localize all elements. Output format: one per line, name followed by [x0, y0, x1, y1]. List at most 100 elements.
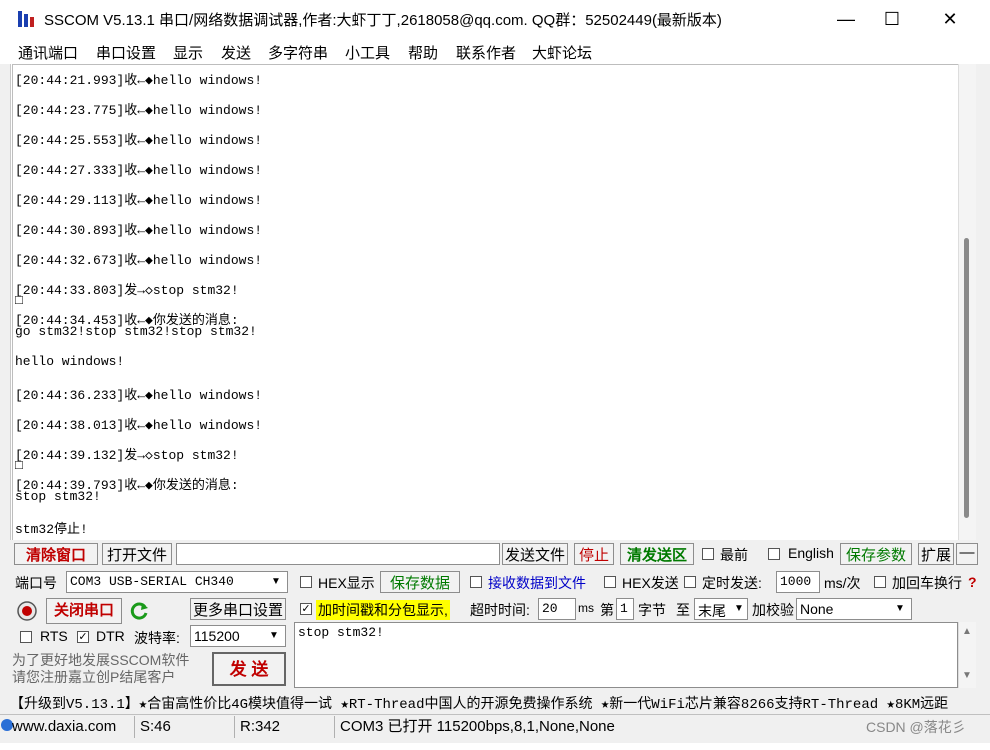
log-line: [20:44:30.893]收←◆hello windows! [15, 223, 263, 238]
byte-label-2: 字节 [638, 602, 666, 618]
sent-count: S:46 [140, 718, 171, 735]
chevron-down-icon: ▼ [269, 630, 279, 641]
menu-send[interactable]: 发送 [221, 42, 251, 63]
chevron-down-icon: ▼ [895, 603, 905, 614]
add-crlf-checkbox[interactable] [874, 576, 886, 588]
left-edge-strip [0, 64, 11, 544]
save-data-button[interactable]: 保存数据 [380, 571, 460, 593]
to-label: 至 [676, 602, 690, 618]
english-label: English [788, 545, 834, 561]
close-port-button[interactable]: 关闭串口 [46, 598, 122, 624]
send-input[interactable]: stop stm32! [294, 622, 958, 688]
timed-send-label: 定时发送: [702, 575, 762, 591]
log-line: stm32停止! [15, 522, 88, 537]
status-separator [134, 716, 135, 738]
open-file-button[interactable]: 打开文件 [102, 543, 172, 565]
right-edge-strip [976, 64, 990, 544]
timeout-unit: ms [578, 601, 594, 615]
log-line: □ [15, 458, 23, 473]
maximize-button[interactable]: ☐ [864, 0, 920, 38]
more-settings-button[interactable]: 更多串口设置 [190, 598, 286, 620]
log-line: go stm32!stop stm32!stop stm32! [15, 324, 257, 339]
port-select[interactable]: COM3 USB-SERIAL CH340 [66, 571, 288, 593]
timestamp-label: 加时间戳和分包显示, [316, 600, 450, 620]
send-file-button[interactable]: 发送文件 [502, 543, 568, 565]
timeout-input[interactable]: 20 [538, 598, 576, 620]
log-line: [20:44:36.233]收←◆hello windows! [15, 388, 263, 403]
hex-send-checkbox[interactable] [604, 576, 616, 588]
dtr-label: DTR [96, 628, 125, 644]
help-icon[interactable]: ? [968, 574, 977, 590]
log-line: [20:44:32.673]收←◆hello windows! [15, 253, 263, 268]
send-button[interactable]: 发 送 [212, 652, 286, 686]
log-line: [20:44:29.113]收←◆hello windows! [15, 193, 263, 208]
topmost-checkbox[interactable] [702, 548, 714, 560]
log-line: □ [15, 293, 23, 308]
log-line: [20:44:27.333]收←◆hello windows! [15, 163, 263, 178]
hex-display-label: HEX显示 [318, 575, 375, 591]
receive-log[interactable]: [20:44:21.993]收←◆hello windows! [20:44:2… [12, 64, 959, 542]
chevron-down-icon: ▼ [271, 576, 281, 587]
checksum-label: 加校验 [752, 602, 794, 618]
menu-help[interactable]: 帮助 [408, 42, 438, 63]
scroll-up-icon[interactable]: ▲ [962, 626, 972, 637]
log-line: [20:44:21.993]收←◆hello windows! [15, 73, 263, 88]
collapse-button[interactable]: — [956, 543, 978, 565]
log-line: [20:44:39.132]发→◇stop stm32! [15, 448, 239, 463]
topmost-label: 最前 [720, 547, 748, 563]
recv-to-file-checkbox[interactable] [470, 576, 482, 588]
log-line: hello windows! [15, 354, 125, 369]
save-params-button[interactable]: 保存参数 [840, 543, 912, 565]
log-scrollbar-thumb[interactable] [964, 238, 969, 518]
log-line: stop stm32! [15, 489, 101, 504]
log-line: [20:44:23.775]收←◆hello windows! [15, 103, 263, 118]
received-count: R:342 [240, 718, 281, 735]
menu-serial-settings[interactable]: 串口设置 [96, 42, 156, 63]
hex-display-checkbox[interactable] [300, 576, 312, 588]
hex-send-label: HEX发送 [622, 575, 679, 591]
chevron-down-icon: ▼ [734, 603, 744, 614]
menu-multi-string[interactable]: 多字符串 [268, 42, 328, 63]
port-status-light-icon [17, 601, 37, 621]
stop-button[interactable]: 停止 [574, 543, 614, 565]
byte-index-input[interactable]: 1 [616, 598, 634, 620]
dtr-checkbox[interactable]: ✓ [77, 631, 89, 643]
menu-display[interactable]: 显示 [173, 42, 203, 63]
scroll-down-icon[interactable]: ▼ [962, 670, 972, 681]
timeout-label: 超时时间: [470, 602, 530, 618]
refresh-icon[interactable] [128, 600, 150, 622]
register-promo[interactable]: 为了更好地发展SSCOM软件 请您注册嘉立创P结尾客户 [12, 652, 189, 686]
baud-label: 波特率: [134, 630, 180, 646]
website-link[interactable]: www.daxia.com [12, 716, 116, 738]
log-line: [20:44:25.553]收←◆hello windows! [15, 133, 263, 148]
ticker-text[interactable]: 【升级到V5.13.1】★合宙高性价比4G模块值得一试 ★RT-Thread中国… [10, 693, 985, 713]
csdn-watermark: CSDN @落花彡 [866, 719, 966, 735]
port-state: COM3 已打开 115200bps,8,1,None,None [340, 718, 615, 735]
byte-label-1: 第 [600, 602, 614, 618]
close-button[interactable]: ✕ [922, 0, 978, 38]
menu-contact-author[interactable]: 联系作者 [456, 42, 516, 63]
rts-label: RTS [40, 628, 68, 644]
add-crlf-label: 加回车换行 [892, 575, 962, 591]
file-path-field[interactable] [176, 543, 500, 565]
timestamp-checkbox[interactable]: ✓ [300, 603, 312, 615]
menu-tools[interactable]: 小工具 [345, 42, 390, 63]
recv-to-file-label: 接收数据到文件 [488, 575, 586, 591]
log-line: [20:44:38.013]收←◆hello windows! [15, 418, 263, 433]
expand-button[interactable]: 扩展 [918, 543, 954, 565]
sscom-app-icon [18, 11, 34, 27]
log-line: [20:44:33.803]发→◇stop stm32! [15, 283, 239, 298]
status-separator [334, 716, 335, 738]
clear-window-button[interactable]: 清除窗口 [14, 543, 98, 565]
interval-unit: ms/次 [824, 575, 861, 591]
clear-send-button[interactable]: 清发送区 [620, 543, 694, 565]
rts-checkbox[interactable] [20, 631, 32, 643]
english-checkbox[interactable] [768, 548, 780, 560]
status-separator [234, 716, 235, 738]
menu-comm-port[interactable]: 通讯端口 [18, 42, 78, 63]
interval-input[interactable]: 1000 [776, 571, 820, 593]
timed-send-checkbox[interactable] [684, 576, 696, 588]
menu-forum[interactable]: 大虾论坛 [532, 42, 592, 63]
port-label: 端口号 [15, 575, 57, 591]
window-title: SSCOM V5.13.1 串口/网络数据调试器,作者:大虾丁丁,2618058… [44, 12, 722, 29]
